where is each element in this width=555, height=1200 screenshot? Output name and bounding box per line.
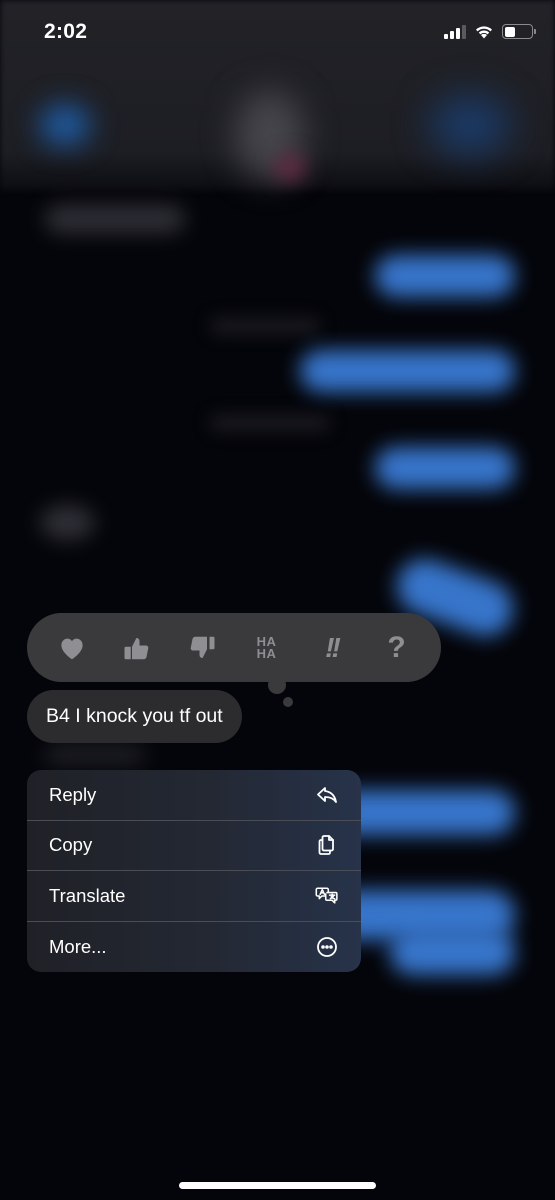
haha-icon: HA HA [256, 633, 277, 661]
status-bar: 2:02 [0, 0, 555, 66]
question-mark-icon: ? [387, 630, 406, 664]
tapback-reaction-bar: HA HA !! ? [27, 613, 441, 682]
blurred-received-message [45, 205, 185, 233]
menu-item-label: More... [49, 935, 107, 957]
blurred-sent-message [375, 447, 515, 489]
battery-icon [502, 24, 536, 39]
wifi-icon [476, 26, 492, 39]
reaction-exclamation-button[interactable]: !! [310, 626, 354, 670]
menu-item-label: Copy [49, 834, 93, 856]
reaction-thumbs-up-button[interactable] [115, 626, 159, 670]
menu-item-translate[interactable]: Translate [27, 871, 361, 922]
reaction-haha-button[interactable]: HA HA [245, 626, 289, 670]
blurred-facetime-button [430, 95, 510, 155]
menu-item-label: Reply [49, 783, 97, 805]
status-time: 2:02 [44, 20, 88, 43]
translate-icon [315, 884, 339, 908]
menu-item-label: Translate [49, 884, 126, 906]
blurred-sent-message [375, 255, 515, 297]
tapback-tail-small [283, 697, 293, 707]
more-icon [315, 935, 339, 959]
blurred-sent-message [390, 930, 515, 975]
blurred-received-message [45, 745, 145, 765]
heart-icon [60, 638, 83, 659]
tapback-tail-large [268, 676, 286, 694]
reaction-question-button[interactable]: ? [375, 626, 419, 670]
menu-item-copy[interactable]: Copy [27, 821, 361, 871]
thumbs-down-icon [190, 636, 214, 658]
blurred-conversation-background [0, 0, 555, 1200]
copy-icon [315, 833, 339, 857]
home-indicator[interactable] [179, 1182, 376, 1189]
status-icons [444, 24, 536, 39]
message-text: B4 I knock you tf out [46, 705, 223, 727]
reply-icon [315, 783, 339, 807]
menu-item-reply[interactable]: Reply [27, 770, 361, 821]
battery-level [504, 26, 515, 37]
message-context-menu: Reply Copy Translate More... [27, 770, 361, 972]
thumbs-up-icon [124, 637, 148, 659]
blurred-timestamp [210, 318, 320, 334]
blurred-contact-name [275, 155, 305, 180]
menu-item-more[interactable]: More... [27, 922, 361, 973]
selected-message-bubble[interactable]: B4 I knock you tf out [27, 690, 242, 743]
reaction-thumbs-down-button[interactable] [180, 626, 224, 670]
double-exclamation-icon: !! [325, 631, 341, 663]
blurred-timestamp [210, 415, 330, 431]
blurred-sent-message [300, 350, 515, 392]
blurred-back-button [40, 105, 90, 145]
cellular-signal-icon [444, 24, 466, 39]
blurred-received-message [40, 505, 95, 540]
reaction-heart-button[interactable] [50, 626, 94, 670]
